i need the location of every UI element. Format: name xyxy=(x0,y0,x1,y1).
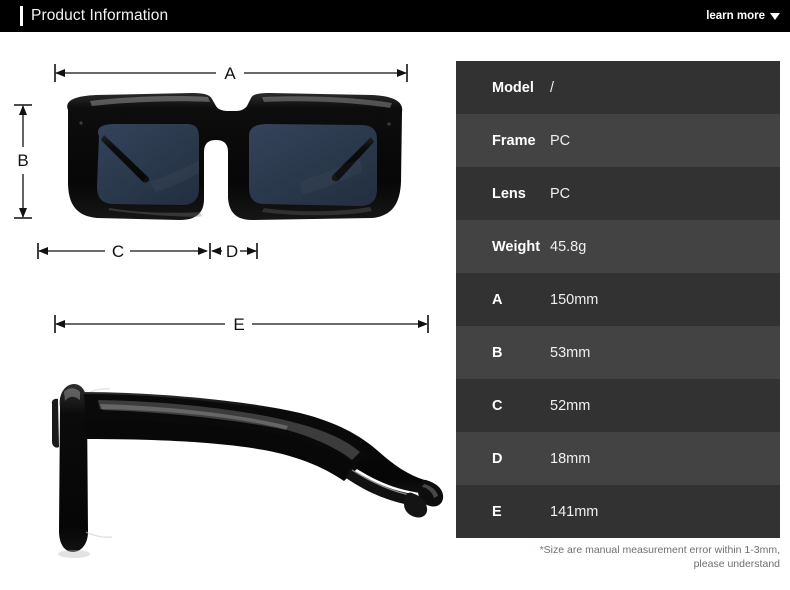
lens-left xyxy=(97,124,199,205)
row-label: E xyxy=(492,503,502,520)
measurement-footnote: *Size are manual measurement error withi… xyxy=(456,543,780,571)
table-row: A 150mm xyxy=(456,273,780,326)
dimension-a-label: A xyxy=(224,64,236,83)
product-diagram-panel: A B C D E xyxy=(0,32,450,590)
row-label: A xyxy=(492,291,503,308)
dimension-d: D xyxy=(209,242,258,261)
row-value: PC xyxy=(550,132,571,149)
row-value: 45.8g xyxy=(550,238,587,255)
specification-table: Model / Frame PC Lens PC Weight 45.8g A … xyxy=(456,61,780,538)
table-row: Frame PC xyxy=(456,114,780,167)
learn-more-button[interactable]: learn more xyxy=(706,0,780,32)
table-row: C 52mm xyxy=(456,379,780,432)
row-value: / xyxy=(550,79,555,96)
dimension-b: B xyxy=(14,104,32,219)
header-bar: Product Information learn more xyxy=(0,0,790,32)
sunglasses-diagram-svg: A B C D E xyxy=(14,64,444,558)
dimension-b-label: B xyxy=(17,151,28,170)
header-accent-bar xyxy=(20,6,23,26)
table-row: Lens PC xyxy=(456,167,780,220)
table-row: D 18mm xyxy=(456,432,780,485)
row-value: 52mm xyxy=(550,397,591,414)
dimension-e: E xyxy=(54,315,429,334)
dimension-a: A xyxy=(54,64,408,83)
row-label: D xyxy=(492,450,503,467)
dimension-c-label: C xyxy=(112,242,124,261)
table-row: E 141mm xyxy=(456,485,780,538)
row-label: Model xyxy=(492,79,534,96)
row-label: Weight xyxy=(492,238,541,255)
row-value: PC xyxy=(550,185,571,202)
row-label: C xyxy=(492,397,503,414)
row-value: 150mm xyxy=(550,291,599,308)
row-value: 141mm xyxy=(550,503,599,520)
row-value: 18mm xyxy=(550,450,591,467)
row-label: Lens xyxy=(492,185,526,202)
row-value: 53mm xyxy=(550,344,591,361)
sunglasses-front-view xyxy=(67,93,403,220)
page-title: Product Information xyxy=(31,7,169,24)
row-label: B xyxy=(492,344,503,361)
table-row: Weight 45.8g xyxy=(456,220,780,273)
sunglasses-side-view xyxy=(51,384,444,558)
dimension-d-label: D xyxy=(226,242,238,261)
footnote-line-2: please understand xyxy=(693,558,780,570)
dimension-e-label: E xyxy=(233,315,244,334)
dimension-c: C xyxy=(37,242,208,261)
row-label: Frame xyxy=(492,132,536,149)
learn-more-label: learn more xyxy=(706,10,765,22)
chevron-down-icon xyxy=(770,13,780,20)
footnote-line-1: Size are manual measurement error within… xyxy=(543,544,780,556)
table-row: B 53mm xyxy=(456,326,780,379)
table-row: Model / xyxy=(456,61,780,114)
